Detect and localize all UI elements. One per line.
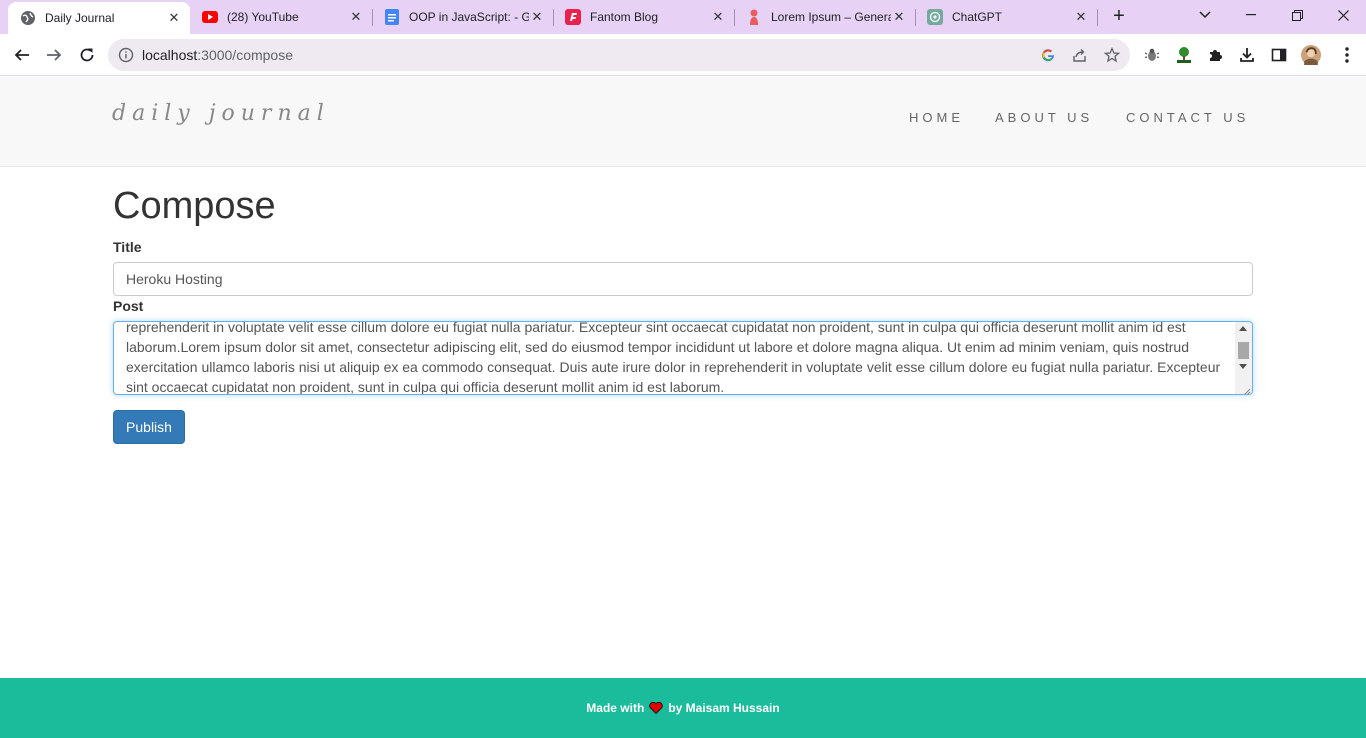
tab-title: ChatGPT	[952, 10, 1003, 24]
footer-author: by Maisam Hussain	[668, 701, 780, 715]
tab-title: Lorem Ipsum – Genera	[771, 10, 891, 24]
avatar[interactable]	[1301, 45, 1321, 65]
close-window-icon[interactable]	[1320, 0, 1366, 30]
post-textarea[interactable]: reprehenderit in voluptate velit esse ci…	[113, 321, 1253, 395]
google-icon[interactable]	[1040, 47, 1056, 63]
close-icon[interactable]: ✕	[891, 9, 907, 25]
tab-separator	[1097, 9, 1098, 26]
puzzle-extensions-icon[interactable]	[1206, 45, 1226, 65]
back-arrow-icon[interactable]	[10, 43, 34, 67]
post-text: reprehenderit in voluptate velit esse ci…	[126, 321, 1221, 395]
url-text: localhost:3000/compose	[142, 47, 293, 63]
tab-lorem-ipsum[interactable]: Lorem Ipsum – Genera ✕	[734, 0, 915, 34]
post-label: Post	[113, 298, 144, 314]
bookmark-star-icon[interactable]	[1104, 47, 1120, 63]
tab-title: Fantom Blog	[590, 10, 659, 24]
scroll-down-arrow-icon[interactable]	[1239, 364, 1247, 369]
forward-arrow-icon[interactable]	[42, 43, 66, 67]
close-icon[interactable]: ✕	[166, 10, 182, 26]
tab-title: (28) YouTube	[227, 10, 299, 24]
browser-toolbar: localhost:3000/compose	[0, 34, 1366, 76]
close-icon[interactable]: ✕	[529, 9, 545, 25]
youtube-icon	[202, 9, 218, 25]
download-icon[interactable]	[1237, 45, 1257, 65]
tree-extension-icon[interactable]	[1174, 45, 1194, 65]
scroll-up-arrow-icon[interactable]	[1239, 326, 1247, 331]
new-tab-button[interactable]: +	[1108, 6, 1130, 28]
publish-button[interactable]: Publish	[113, 410, 185, 444]
brand-logo-text[interactable]: daily journal	[112, 101, 330, 126]
nav-home[interactable]: HOME	[909, 110, 964, 125]
more-menu-icon[interactable]	[1344, 46, 1350, 64]
title-label: Title	[113, 239, 142, 255]
resize-grip-icon[interactable]	[1241, 383, 1251, 394]
google-docs-icon	[384, 9, 400, 25]
address-bar[interactable]: localhost:3000/compose	[108, 39, 1130, 71]
browser-tab-strip: Daily Journal ✕ (28) YouTube ✕ OOP in Ja…	[0, 0, 1366, 34]
tab-youtube[interactable]: (28) YouTube ✕	[190, 0, 372, 34]
tab-fantom-blog[interactable]: Fantom Blog ✕	[553, 0, 734, 34]
tab-title: OOP in JavaScript: - G	[409, 10, 529, 24]
scroll-thumb[interactable]	[1238, 342, 1249, 359]
title-input[interactable]: Heroku Hosting	[113, 262, 1253, 296]
tab-search-chevron-icon[interactable]	[1182, 0, 1228, 30]
fantom-icon	[565, 9, 581, 25]
nav-contact-us[interactable]: CONTACT US	[1126, 110, 1249, 125]
tab-chatgpt[interactable]: ChatGPT ✕	[915, 0, 1097, 34]
url-host: localhost	[142, 47, 198, 63]
site-navbar: daily journal HOME ABOUT US CONTACT US	[0, 77, 1366, 167]
reload-icon[interactable]	[75, 43, 99, 67]
tab-oop-javascript[interactable]: OOP in JavaScript: - G ✕	[372, 0, 553, 34]
bug-extension-icon[interactable]	[1142, 45, 1162, 65]
site-footer: Made with by Maisam Hussain	[0, 678, 1366, 738]
share-icon[interactable]	[1072, 47, 1088, 63]
close-icon[interactable]: ✕	[710, 9, 726, 25]
site-info-icon[interactable]	[118, 47, 134, 63]
url-path: :3000/compose	[197, 47, 293, 63]
chatgpt-icon	[927, 9, 943, 25]
page-title: Compose	[113, 185, 276, 227]
side-panel-icon[interactable]	[1269, 45, 1289, 65]
minimize-icon[interactable]	[1228, 0, 1274, 30]
close-icon[interactable]: ✕	[1073, 9, 1089, 25]
tab-title: Daily Journal	[45, 11, 115, 25]
restore-icon[interactable]	[1274, 0, 1320, 30]
tab-daily-journal[interactable]: Daily Journal ✕	[8, 2, 190, 34]
heart-icon	[649, 701, 663, 715]
nav-about-us[interactable]: ABOUT US	[995, 110, 1093, 125]
globe-icon	[20, 10, 36, 26]
close-icon[interactable]: ✕	[348, 9, 364, 25]
footer-made-with: Made with	[586, 701, 645, 715]
lorem-ipsum-icon	[746, 9, 762, 25]
